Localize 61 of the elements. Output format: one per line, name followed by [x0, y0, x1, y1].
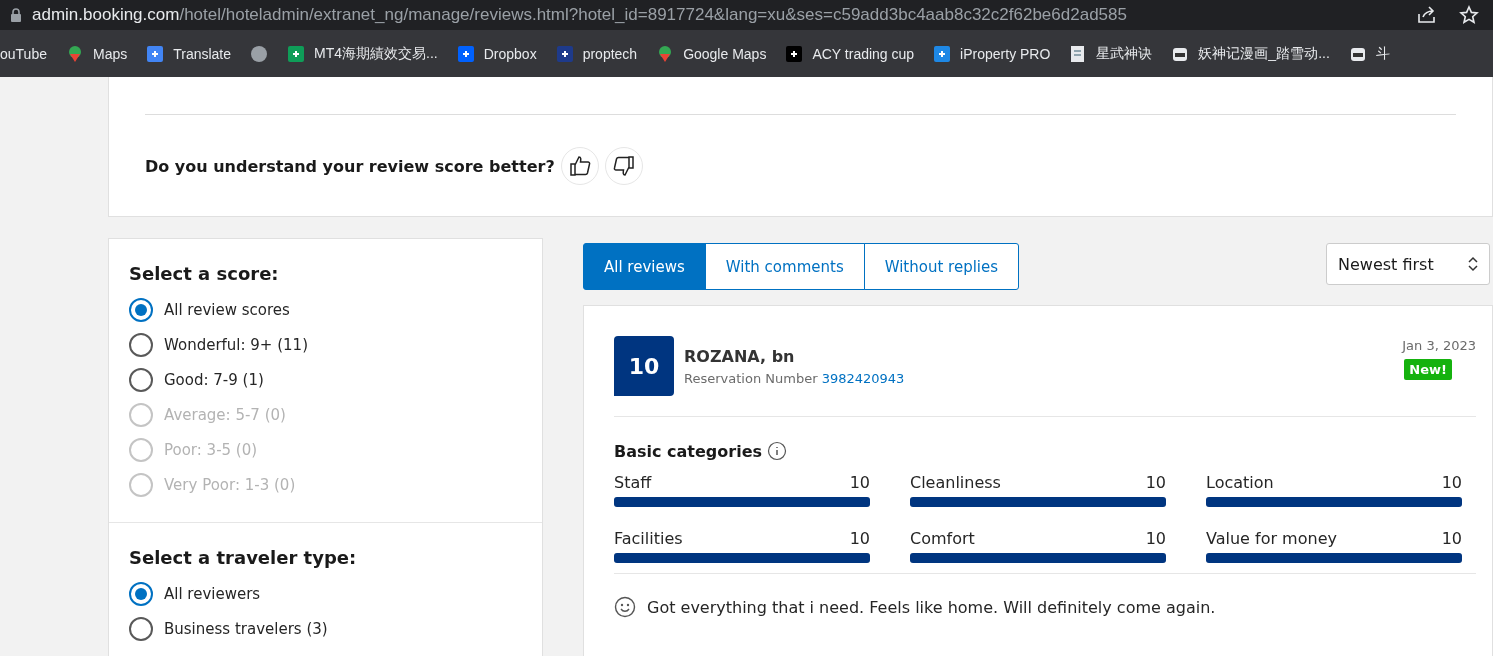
- review-score: 10: [614, 336, 674, 396]
- radio-button[interactable]: [129, 616, 153, 641]
- thumbs-down-icon: [612, 155, 635, 177]
- category-score: 10: [1441, 473, 1462, 492]
- reservation-link[interactable]: 3982420943: [821, 370, 905, 386]
- sort-chevrons-icon: [1467, 256, 1479, 272]
- category-name: Comfort: [910, 529, 975, 548]
- category-score: 10: [849, 529, 870, 548]
- bookmark[interactable]: MT4海期績效交易...: [287, 44, 438, 63]
- bookmark[interactable]: [250, 44, 269, 63]
- category-name: Location: [1206, 473, 1274, 492]
- bookmark[interactable]: 斗: [1348, 44, 1390, 63]
- category-name: Facilities: [614, 529, 683, 548]
- feedback-question: Do you understand your review score better?: [145, 156, 555, 176]
- category-name: Staff: [614, 473, 652, 492]
- category-score: 10: [1145, 473, 1166, 492]
- filter-title: Select a traveler type:: [129, 547, 358, 568]
- bookmark[interactable]: ACY trading cup: [785, 44, 915, 63]
- bookmark[interactable]: Dropbox: [456, 44, 537, 63]
- globe-icon: [250, 44, 269, 63]
- star-icon[interactable]: [1459, 5, 1479, 25]
- radio-option[interactable]: Wonderful: 9+ (11): [129, 327, 522, 362]
- radio-option[interactable]: Business travelers (3): [129, 611, 522, 646]
- bookmark[interactable]: 星武神诀: [1069, 44, 1153, 63]
- radio-button[interactable]: [129, 297, 153, 322]
- bookmark[interactable]: Translate: [146, 44, 232, 63]
- filter-tab[interactable]: Without replies: [863, 243, 1020, 290]
- lock-icon: [10, 8, 22, 22]
- bookmark[interactable]: ouTube: [0, 45, 47, 62]
- new-badge: New!: [1404, 359, 1452, 380]
- bookmark[interactable]: proptech: [555, 44, 638, 63]
- radio-option[interactable]: All review scores: [129, 292, 522, 327]
- reviewer-name: ROZANA, bn: [684, 346, 796, 366]
- category-score: 10: [849, 473, 870, 492]
- filter-tab[interactable]: With comments: [704, 243, 865, 290]
- filter-tab[interactable]: All reviews: [583, 243, 706, 290]
- category-name: Value for money: [1206, 529, 1337, 548]
- thumbs-up-icon: [568, 155, 591, 177]
- review-date: Jan 3, 2023: [1402, 338, 1476, 353]
- radio-button[interactable]: [129, 367, 153, 392]
- bookmark[interactable]: iProperty PRO: [933, 44, 1051, 63]
- thumbs-up-button[interactable]: [560, 147, 599, 185]
- category-name: Cleanliness: [910, 473, 1001, 492]
- category-score: 10: [1441, 529, 1462, 548]
- bookmark[interactable]: Google Maps: [656, 44, 767, 63]
- radio-option[interactable]: Good: 7-9 (1): [129, 362, 522, 397]
- filter-title: Select a score:: [129, 263, 280, 284]
- smiley-icon: [614, 596, 636, 618]
- radio-button[interactable]: [129, 581, 153, 606]
- category-score: 10: [1145, 529, 1166, 548]
- radio-option[interactable]: All reviewers: [129, 576, 522, 611]
- reservation-number: Reservation Number 3982420943: [684, 370, 906, 386]
- bookmark[interactable]: Maps: [65, 44, 128, 63]
- sort-select[interactable]: Newest first: [1326, 243, 1490, 285]
- info-icon[interactable]: [767, 441, 788, 461]
- share-icon[interactable]: [1417, 6, 1437, 24]
- review-comment: Got everything that i need. Feels like home. Will definitely come again.: [647, 597, 1216, 617]
- bookmark[interactable]: 妖神记漫画_踏雪动...: [1171, 44, 1330, 63]
- categories-title: Basic categories: [614, 441, 763, 461]
- radio-button[interactable]: [129, 332, 153, 357]
- thumbs-down-button[interactable]: [604, 147, 643, 185]
